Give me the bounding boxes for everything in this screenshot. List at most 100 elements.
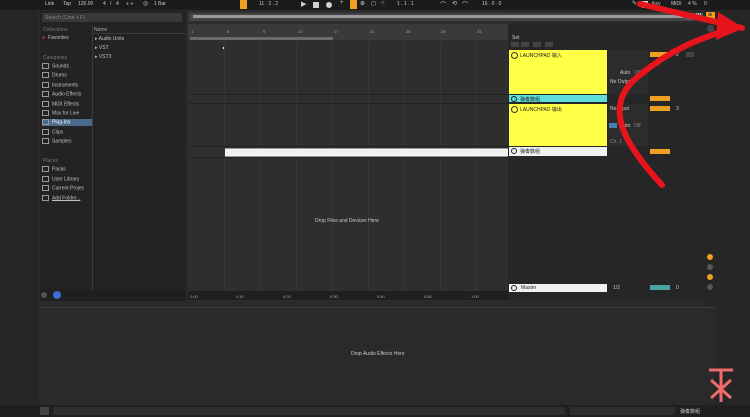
side-dot-icon[interactable] [707, 264, 713, 270]
side-dot-icon[interactable] [707, 284, 713, 290]
status-track-name: 弹奏数组 [680, 409, 701, 415]
sidebar-item-samples[interactable]: Samples [42, 138, 92, 145]
drop-effects-hint: Drop Audio Effects Here [351, 351, 405, 357]
record-icon[interactable] [326, 2, 332, 8]
sidebar-item-instruments[interactable]: Instruments [42, 82, 92, 89]
metronome-icon[interactable]: ◎ [143, 0, 148, 7]
clip-activator-icon[interactable] [511, 148, 517, 154]
follow-button[interactable] [240, 0, 247, 9]
side-dot-icon[interactable] [707, 254, 713, 260]
ruler-bar: 25 [406, 29, 411, 34]
sidebar-item-max-for-live[interactable]: Max for Live [42, 110, 92, 117]
watermark-logo-icon [709, 368, 733, 402]
loop-start[interactable]: 1 . 1 . 1 [397, 1, 414, 7]
set-button[interactable] [545, 42, 553, 47]
track-divider [188, 94, 508, 95]
tap-button[interactable]: Tap [63, 1, 71, 7]
sidebar-item-add-folder[interactable]: Add Folder... [42, 195, 92, 202]
sidebar-label: Drums [52, 72, 67, 79]
set-button[interactable] [511, 42, 519, 47]
browser-panel [40, 11, 186, 296]
master-volume[interactable] [650, 285, 670, 290]
sidebar-item-sounds[interactable]: Sounds [42, 63, 92, 70]
sidebar-item-audio-effects[interactable]: Audio Effects [42, 91, 92, 98]
grid-line [440, 42, 441, 292]
automation-arm-button[interactable] [350, 0, 357, 9]
collections-label: Collections [43, 27, 68, 33]
sidebar-item-drums[interactable]: Drums [42, 72, 92, 79]
meter-numerator[interactable]: 4 [103, 1, 106, 7]
list-item[interactable]: ▸ VST [95, 45, 109, 51]
set-button[interactable] [533, 42, 541, 47]
browser-search-box[interactable]: Search (Cmd + F) [42, 13, 182, 22]
time-mark: 0:50 [424, 294, 432, 299]
status-info [53, 407, 565, 415]
master-activator-icon[interactable] [511, 285, 517, 291]
plug-ins-icon [42, 119, 49, 125]
sidebar-label: Plug-Ins [52, 119, 71, 126]
grid-line [260, 42, 261, 292]
list-item[interactable]: ▸ VST3 [95, 54, 111, 60]
track-activator-icon[interactable] [511, 106, 518, 113]
stop-icon[interactable] [313, 2, 319, 8]
sidebar-label: Add Folder... [52, 195, 81, 202]
capture-midi-icon[interactable]: ◻ [371, 0, 376, 7]
punch-in-icon[interactable]: ⌒ [440, 0, 446, 9]
sidebar-label: Max for Live [52, 110, 80, 117]
set-button[interactable] [521, 42, 529, 47]
side-dot-icon[interactable] [707, 274, 713, 280]
track-name[interactable]: LAUNCHPAD 输出 [520, 106, 562, 113]
meter-denominator[interactable]: 4 [116, 1, 119, 7]
session-record-icon[interactable]: ○ [381, 0, 385, 6]
play-icon[interactable]: ▶ [301, 0, 306, 8]
loop-length[interactable]: 16 . 0 . 0 [482, 1, 501, 7]
instruments-icon [42, 82, 49, 88]
left-gutter [0, 10, 38, 417]
sidebar-item-current-project[interactable]: Current Projec [42, 185, 92, 192]
arrangement-clip[interactable] [225, 148, 508, 157]
master-fraction[interactable]: 1/2 [613, 285, 620, 291]
add-folder-icon [42, 195, 49, 201]
current-project-icon [42, 185, 49, 191]
ruler-bar: 33 [477, 29, 482, 34]
clip-activator-icon[interactable] [511, 96, 517, 102]
status-button[interactable] [40, 407, 49, 415]
search-input[interactable]: Search (Cmd + F) [45, 15, 85, 21]
time-mark: 0:40 [377, 294, 385, 299]
clip-name[interactable]: 弹奏数组 [520, 148, 540, 155]
list-item[interactable]: ▸ Audio Units [95, 36, 124, 42]
audio-effects-icon [42, 91, 49, 97]
list-item-label: VST [98, 45, 109, 51]
grid-line [296, 42, 297, 292]
loop-brace[interactable] [190, 37, 333, 40]
overdub-icon[interactable]: + [340, 0, 344, 6]
sidebar-item-midi-effects[interactable]: MIDI Effects [42, 101, 92, 108]
user-library-icon [42, 176, 49, 182]
sidebar-label: Packs [52, 166, 66, 173]
meter-separator: / [110, 1, 112, 7]
track-activator-icon[interactable] [511, 52, 518, 59]
favorites-label: Favorites [48, 35, 69, 41]
sidebar-item-favorites[interactable]: ● Favorites [42, 35, 92, 42]
preview-toggle-icon[interactable] [41, 292, 47, 298]
sidebar-label: User Library [52, 176, 80, 183]
punch-out-icon[interactable]: ⌒ [462, 0, 468, 9]
track-name[interactable]: LAUNCHPAD 输入 [520, 52, 562, 59]
re-enable-automation-icon[interactable]: ⊕ [360, 0, 365, 7]
sidebar-label: Audio Effects [52, 91, 82, 98]
sidebar-item-plug-ins[interactable]: Plug-Ins [42, 119, 92, 126]
quantize-menu[interactable]: 1 Bar [154, 1, 166, 7]
sidebar-item-user-library[interactable]: User Library [42, 176, 92, 183]
preview-play-icon[interactable] [53, 291, 61, 299]
clip-name[interactable]: 弹奏数组 [520, 96, 540, 103]
tempo-field[interactable]: 126.00 [78, 1, 93, 7]
loop-switch-icon[interactable]: ⟲ [452, 0, 457, 7]
link-button[interactable]: Link [45, 1, 54, 7]
song-position[interactable]: 11 . 3 . 2 [259, 1, 278, 7]
sidebar-item-packs[interactable]: Packs [42, 166, 92, 173]
places-label: Places [43, 158, 59, 164]
drop-devices-hint: Drop Files and Devices Here [315, 218, 379, 224]
sidebar-item-clips[interactable]: Clips [42, 129, 92, 136]
drums-icon [42, 72, 49, 78]
time-mark: 0:20 [283, 294, 291, 299]
